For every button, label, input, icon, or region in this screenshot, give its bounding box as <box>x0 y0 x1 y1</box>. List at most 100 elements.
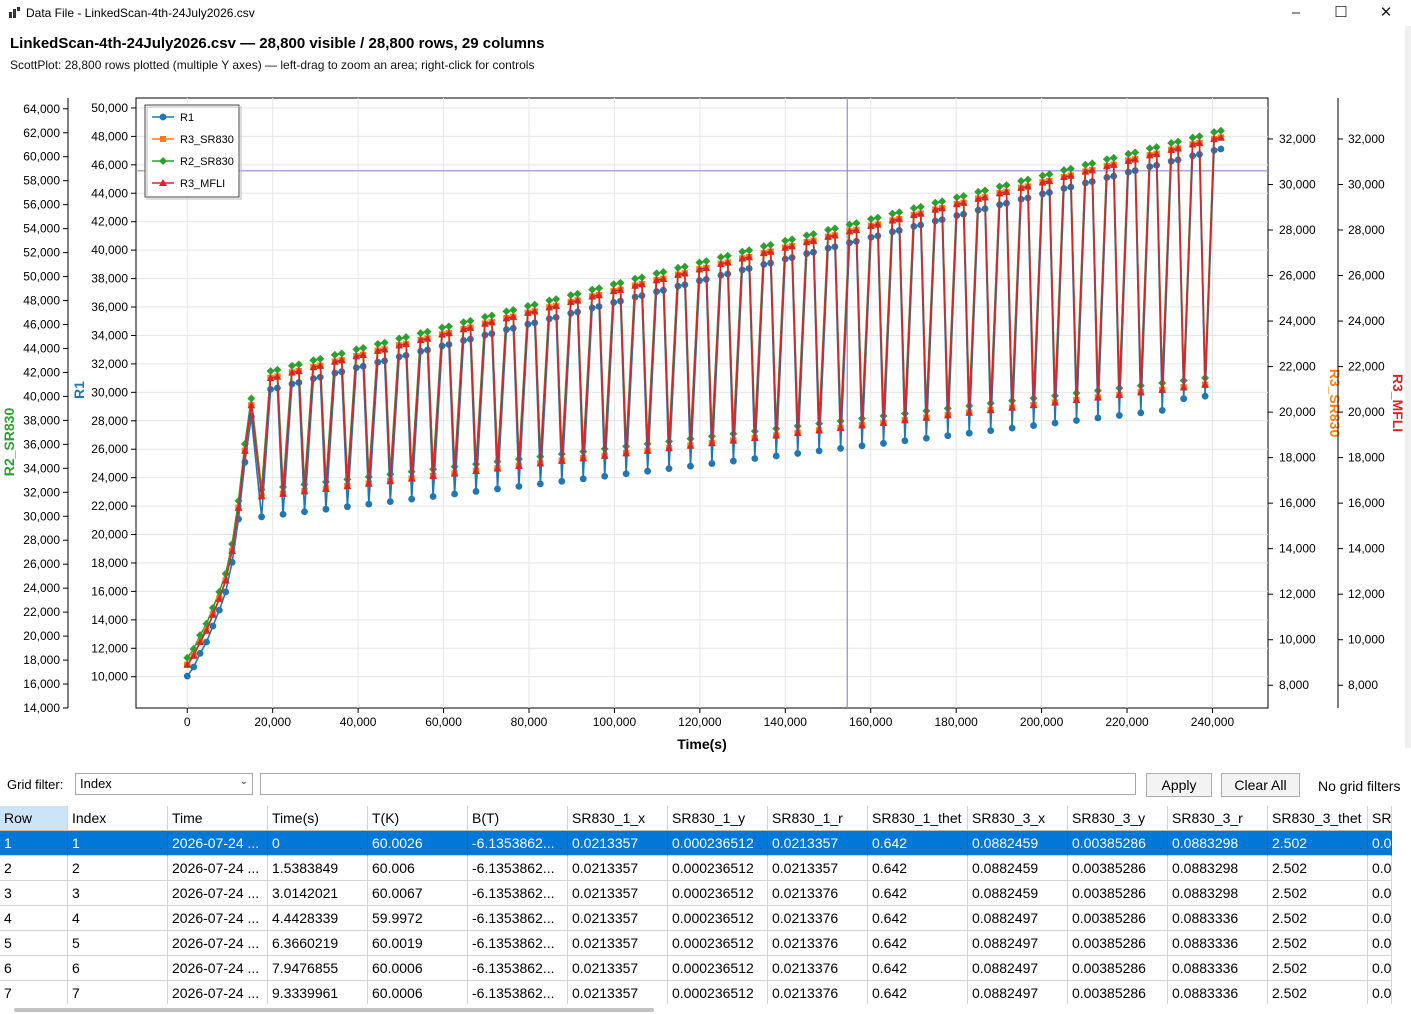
grid-cell[interactable]: 60.0026 <box>368 831 468 856</box>
grid-cell[interactable]: 1.5383849 <box>268 856 368 881</box>
grid-cell[interactable]: 3 <box>0 881 68 906</box>
grid-cell[interactable]: 6 <box>0 956 68 981</box>
grid-cell[interactable]: 2026-07-24 ... <box>168 856 268 881</box>
grid-cell[interactable]: 2.502 <box>1268 831 1368 856</box>
filter-text-input[interactable] <box>260 773 1136 795</box>
grid-cell[interactable]: 5 <box>68 931 168 956</box>
grid-cell[interactable]: 0.0213357 <box>768 831 868 856</box>
grid-cell[interactable]: 0.0213376 <box>768 906 868 931</box>
grid-cell[interactable]: 0.0882459 <box>968 831 1068 856</box>
column-header[interactable]: Time(s) <box>268 806 368 831</box>
column-header[interactable]: T(K) <box>368 806 468 831</box>
column-header[interactable]: SR830_1_y <box>668 806 768 831</box>
grid-cell[interactable]: 0.642 <box>868 881 968 906</box>
grid-cell[interactable]: 0.0883336 <box>1168 931 1268 956</box>
grid-cell[interactable]: 0.00385286 <box>1068 981 1168 1004</box>
multi-axis-plot[interactable]: 0 20,000 40,000 60,000 80,000 100,000 120,000 1… <box>0 88 1405 758</box>
grid-cell[interactable]: 0.0213357 <box>568 881 668 906</box>
table-row[interactable]: 2 2 2026-07-24 ... 1.5383849 60.006 -6.135386… <box>0 856 1392 881</box>
column-header[interactable]: SR830_3_r <box>1168 806 1268 831</box>
grid-cell[interactable]: 0.0883298 <box>1168 831 1268 856</box>
grid-cell[interactable]: 0.0882459 <box>968 881 1068 906</box>
grid-cell[interactable]: 7.9476855 <box>268 956 368 981</box>
grid-cell[interactable]: 60.0006 <box>368 981 468 1004</box>
grid-cell[interactable]: 2026-07-24 ... <box>168 906 268 931</box>
grid-cell[interactable]: 0.0213376 <box>768 881 868 906</box>
grid-cell[interactable]: 0.0213357 <box>568 856 668 881</box>
grid-cell[interactable]: 2.502 <box>1268 881 1368 906</box>
grid-cell[interactable]: 0.00385286 <box>1068 956 1168 981</box>
grid-cell[interactable]: 3.0142021 <box>268 881 368 906</box>
grid-cell[interactable]: 0.000236512 <box>668 906 768 931</box>
column-header[interactable]: SR830_3_x <box>968 806 1068 831</box>
table-row[interactable]: 4 4 2026-07-24 ... 4.4428339 59.9972 -6.13538… <box>0 906 1392 931</box>
column-header[interactable]: SR830_3_y <box>1068 806 1168 831</box>
grid-cell[interactable]: 0.0213357 <box>768 856 868 881</box>
grid-cell[interactable]: 0.0213357 <box>568 981 668 1004</box>
filter-column-select[interactable]: Index ⌄ <box>75 773 253 795</box>
grid-cell[interactable]: 0.642 <box>868 956 968 981</box>
grid-cell[interactable]: 3 <box>68 881 168 906</box>
grid-cell[interactable]: 2 <box>68 856 168 881</box>
grid-cell[interactable]: 60.006 <box>368 856 468 881</box>
grid-cell[interactable]: 0.0213376 <box>768 931 868 956</box>
grid-cell[interactable]: 0.0882459 <box>968 856 1068 881</box>
grid-cell[interactable]: -6.1353862... <box>468 981 568 1004</box>
grid-cell[interactable]: 2.502 <box>1268 931 1368 956</box>
column-header[interactable]: SR <box>1368 806 1392 831</box>
grid-cell[interactable]: 6.3660219 <box>268 931 368 956</box>
grid-cell[interactable]: 0.000236512 <box>668 831 768 856</box>
grid-cell[interactable]: 0.0 <box>1368 856 1392 881</box>
grid-cell[interactable]: -6.1353862... <box>468 856 568 881</box>
grid-cell[interactable]: 0.0883336 <box>1168 906 1268 931</box>
grid-cell[interactable]: 5 <box>0 931 68 956</box>
grid-cell[interactable]: 0.000236512 <box>668 931 768 956</box>
grid-cell[interactable]: 59.9972 <box>368 906 468 931</box>
data-grid[interactable]: Row Index Time Time(s) T(K) B(T) SR830_1_x SR83… <box>0 806 1392 1004</box>
grid-cell[interactable]: 0.0883298 <box>1168 881 1268 906</box>
grid-cell[interactable]: 0.0213376 <box>768 956 868 981</box>
grid-cell[interactable]: -6.1353862... <box>468 831 568 856</box>
grid-cell[interactable]: 2026-07-24 ... <box>168 831 268 856</box>
column-header[interactable]: SR830_1_x <box>568 806 668 831</box>
grid-cell[interactable]: 2026-07-24 ... <box>168 956 268 981</box>
horizontal-scrollbar[interactable] <box>14 1008 654 1012</box>
grid-cell[interactable]: 0.642 <box>868 831 968 856</box>
grid-cell[interactable]: 0.000236512 <box>668 956 768 981</box>
apply-button[interactable]: Apply <box>1146 773 1212 797</box>
grid-cell[interactable]: 0.00385286 <box>1068 931 1168 956</box>
grid-cell[interactable]: 0.642 <box>868 906 968 931</box>
table-row[interactable]: 7 7 2026-07-24 ... 9.3339961 60.0006 -6.13538… <box>0 981 1392 1004</box>
grid-cell[interactable]: 2 <box>0 856 68 881</box>
clear-all-button[interactable]: Clear All <box>1221 773 1300 797</box>
grid-cell[interactable]: 0.0882497 <box>968 906 1068 931</box>
column-header[interactable]: Row <box>0 806 68 831</box>
grid-cell[interactable]: 0.0213357 <box>568 906 668 931</box>
minimize-button[interactable]: – <box>1273 0 1319 26</box>
column-header[interactable]: Index <box>68 806 168 831</box>
grid-cell[interactable]: 0.0883336 <box>1168 956 1268 981</box>
grid-cell[interactable]: 0.00385286 <box>1068 906 1168 931</box>
grid-cell[interactable]: 0.0882497 <box>968 956 1068 981</box>
grid-cell[interactable]: 0.0 <box>1368 831 1392 856</box>
column-header[interactable]: SR830_1_r <box>768 806 868 831</box>
grid-cell[interactable]: 0.00385286 <box>1068 856 1168 881</box>
grid-cell[interactable]: 0.0882497 <box>968 981 1068 1004</box>
grid-cell[interactable]: 0.642 <box>868 931 968 956</box>
grid-cell[interactable]: 4 <box>68 906 168 931</box>
grid-cell[interactable]: 0.000236512 <box>668 881 768 906</box>
grid-cell[interactable]: 0.0882497 <box>968 931 1068 956</box>
grid-cell[interactable]: 60.0006 <box>368 956 468 981</box>
grid-cell[interactable]: 0.0 <box>1368 906 1392 931</box>
maximize-button[interactable]: ☐ <box>1318 0 1364 26</box>
grid-cell[interactable]: 0.0213376 <box>768 981 868 1004</box>
grid-cell[interactable]: -6.1353862... <box>468 881 568 906</box>
grid-cell[interactable]: 1 <box>0 831 68 856</box>
grid-cell[interactable]: 0.000236512 <box>668 856 768 881</box>
column-header[interactable]: Time <box>168 806 268 831</box>
grid-cell[interactable]: 0.0213357 <box>568 831 668 856</box>
grid-cell[interactable]: 2.502 <box>1268 981 1368 1004</box>
grid-cell[interactable]: 0.642 <box>868 981 968 1004</box>
grid-cell[interactable]: 0 <box>268 831 368 856</box>
grid-cell[interactable]: 2026-07-24 ... <box>168 981 268 1004</box>
